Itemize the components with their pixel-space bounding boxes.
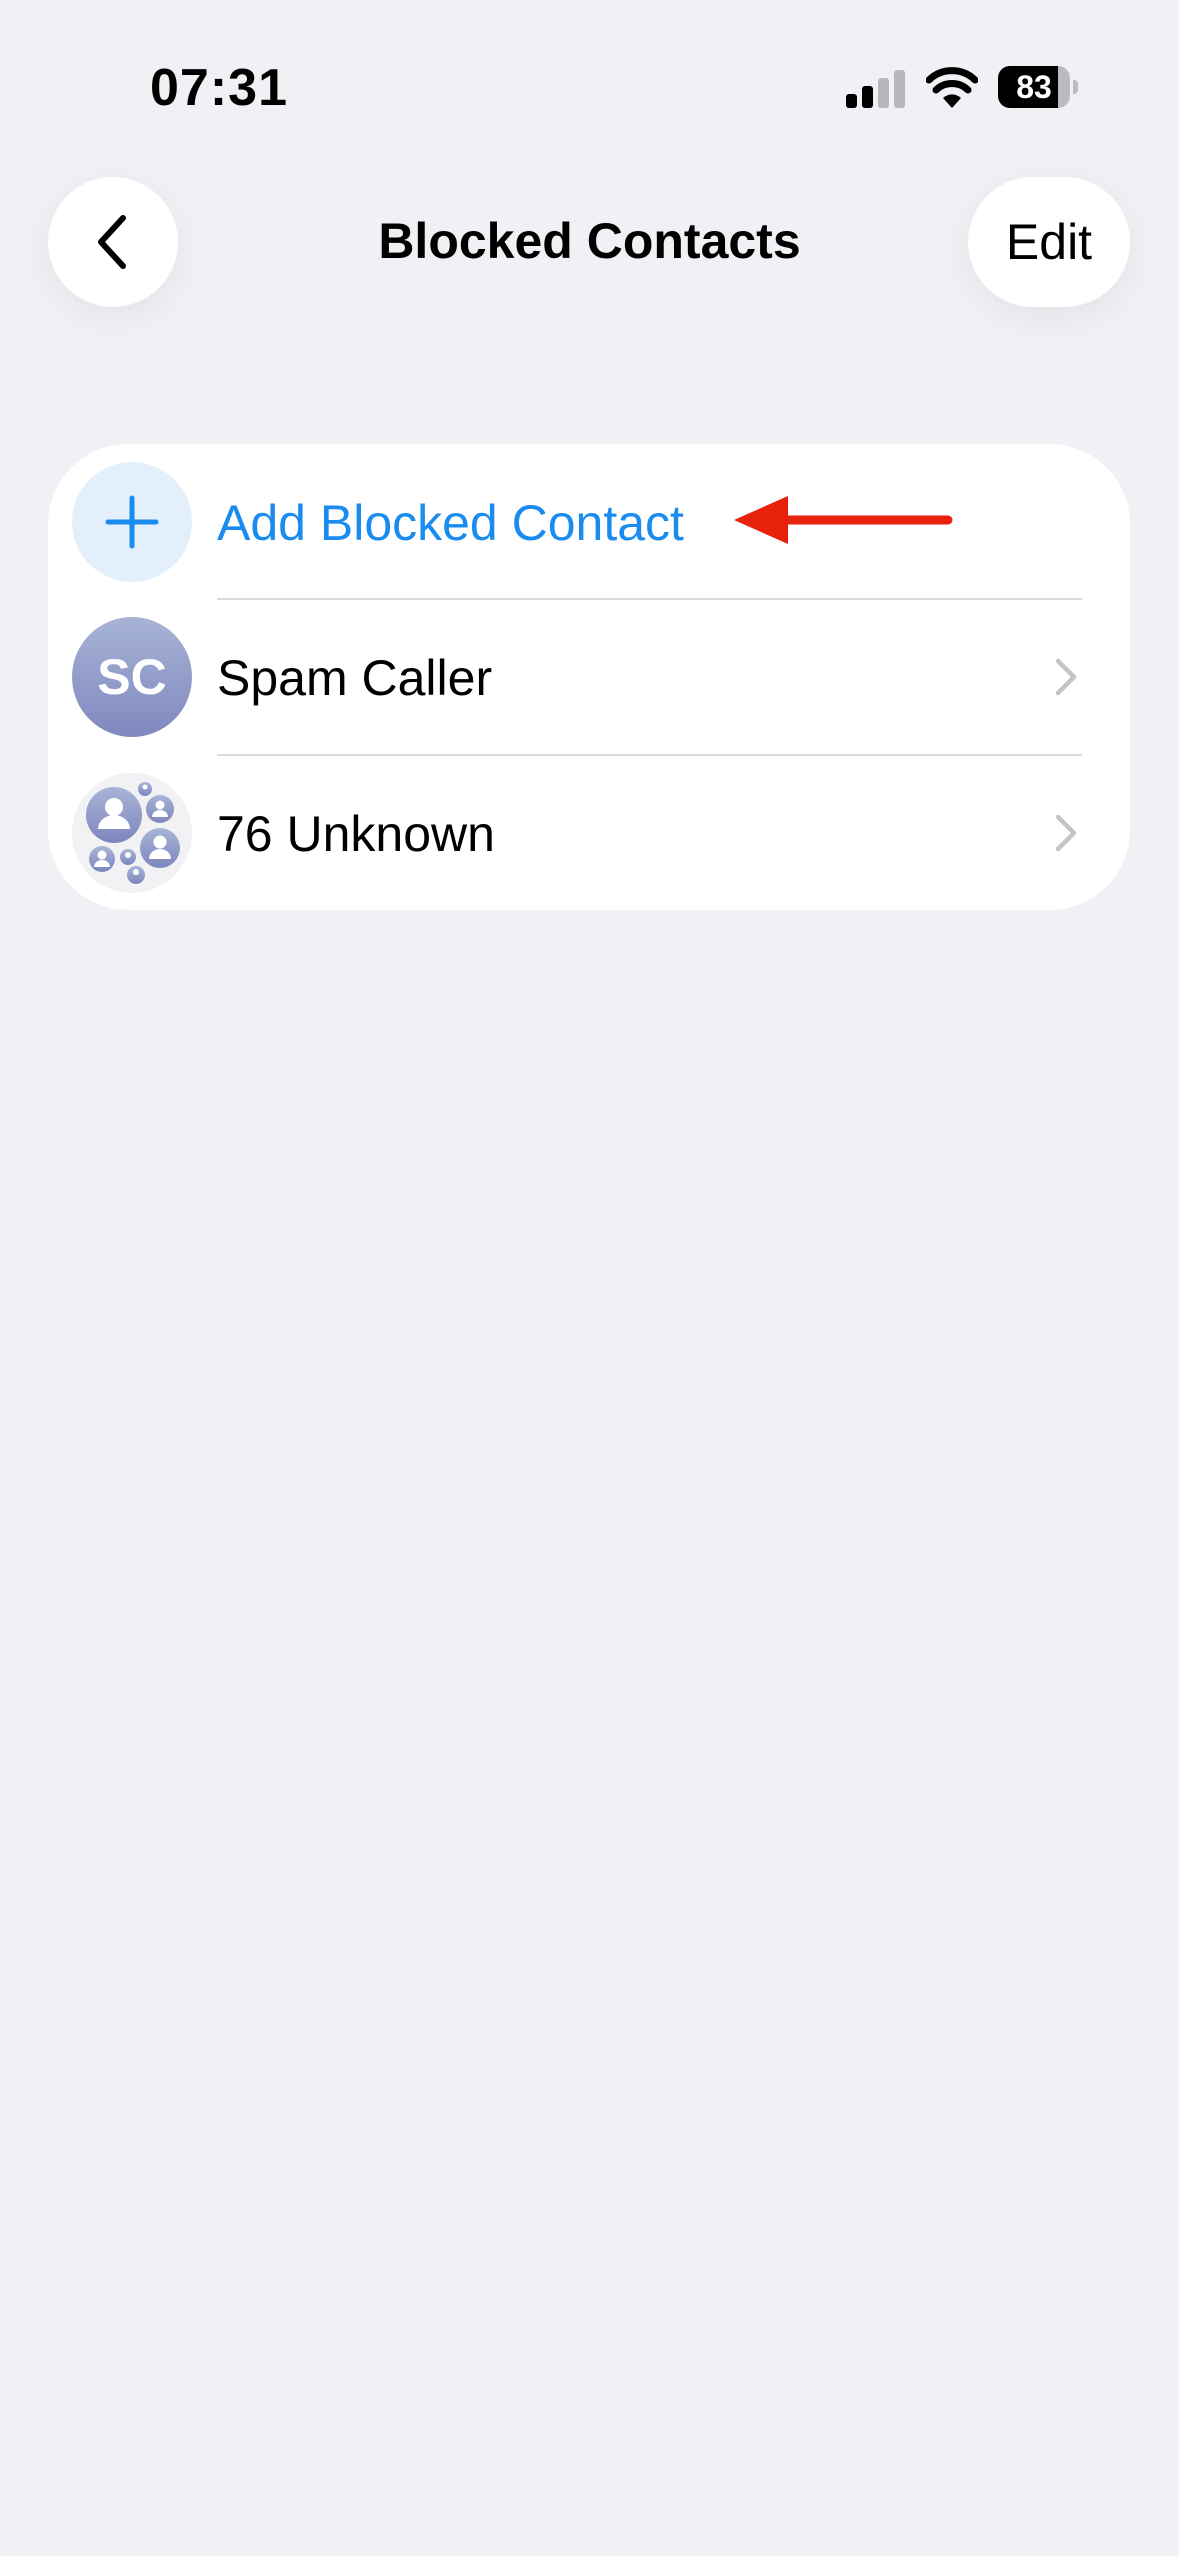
chevron-right-icon [1055,814,1077,852]
add-blocked-contact-label: Add Blocked Contact [217,495,684,551]
chevron-right-icon [1055,658,1077,696]
add-blocked-contact-row[interactable]: Add Blocked Contact [48,444,1130,600]
battery-icon: 83 [998,66,1078,108]
edit-button[interactable]: Edit [968,177,1130,307]
list-item-spam-caller[interactable]: SC Spam Caller [48,599,1130,755]
group-avatar-icon [72,773,192,893]
battery-body: 83 [998,66,1070,108]
people-icon [86,782,180,884]
contact-name: Spam Caller [217,650,493,706]
status-bar: 07:31 83 [0,0,1179,180]
contact-name: 76 Unknown [217,806,495,862]
status-time: 07:31 [150,59,288,117]
list-item-unknown[interactable]: 76 Unknown [48,755,1130,910]
battery-cap [1073,80,1078,94]
red-arrow-icon [734,496,953,544]
plus-icon [105,495,159,549]
blocked-contacts-list: Add Blocked Contact SC Spam Caller 76 Un… [48,444,1130,910]
avatar: SC [72,617,192,737]
add-contact-avatar [72,462,192,582]
battery-level: 83 [1016,69,1052,105]
signal-icon [846,70,905,108]
wifi-icon [926,67,978,108]
